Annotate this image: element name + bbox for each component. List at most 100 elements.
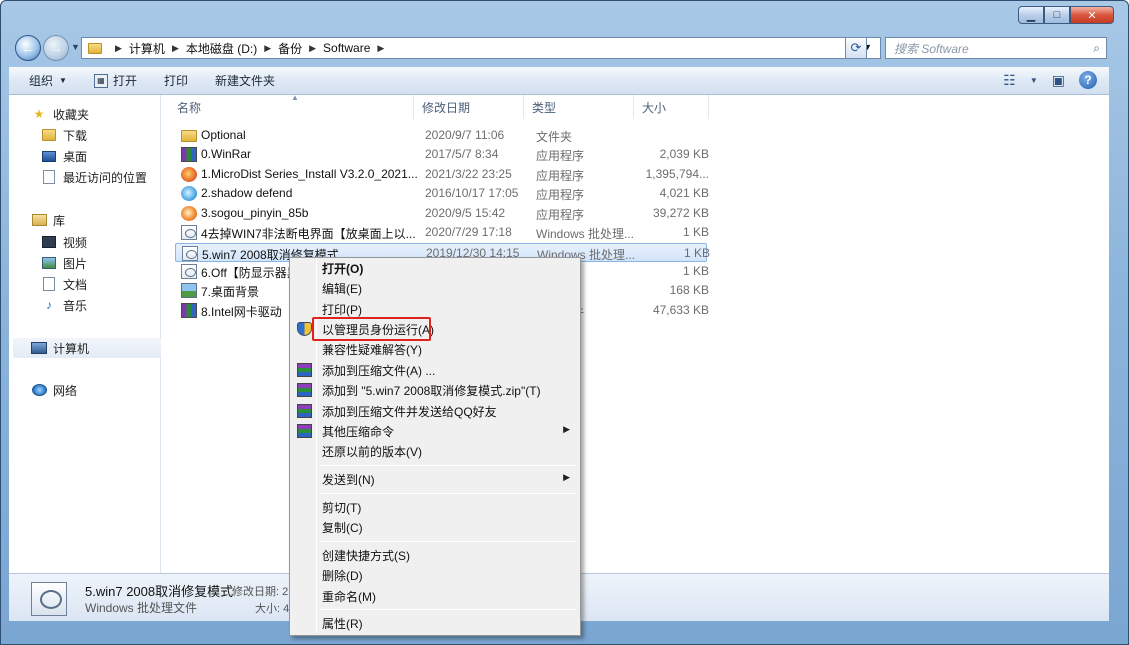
sidebar-item-desktop[interactable]: 桌面	[41, 146, 87, 166]
sidebar-item-recent[interactable]: 最近访问的位置	[41, 167, 147, 187]
sidebar-item-videos[interactable]: 视频	[41, 232, 87, 252]
forward-button[interactable]: →	[43, 35, 69, 61]
view-options-icon[interactable]: ☷	[1003, 72, 1016, 89]
file-name: Optional	[201, 128, 246, 142]
sidebar-item-music[interactable]: ♪ 音乐	[41, 295, 87, 315]
breadcrumb-backup[interactable]: 备份	[278, 40, 302, 57]
sidebar-item-favorites[interactable]: ★ 收藏夹	[31, 104, 89, 124]
open-button[interactable]: ▦ 打开	[93, 72, 137, 89]
back-button[interactable]: ←	[15, 35, 41, 61]
menu-item-send-to[interactable]: 发送到(N) ▶	[292, 469, 578, 489]
file-row[interactable]: 1.MicroDist Series_Install V3.2.0_2021..…	[175, 165, 709, 184]
menu-item-compatibility[interactable]: 兼容性疑难解答(Y)	[292, 339, 578, 359]
menu-item-label: 添加到压缩文件并发送给QQ好友	[322, 404, 497, 419]
menu-item-create-shortcut[interactable]: 创建快捷方式(S)	[292, 545, 578, 565]
menu-item-add-to-zip[interactable]: 添加到 "5.win7 2008取消修复模式.zip"(T)	[292, 380, 578, 400]
winrar-icon	[297, 404, 312, 418]
details-file-name: 5.win7 2008取消修复模式	[85, 584, 234, 599]
breadcrumb-separator-icon[interactable]: ▶	[377, 43, 384, 54]
sidebar-item-pictures[interactable]: 图片	[41, 253, 87, 273]
column-header-date[interactable]: 修改日期	[414, 95, 524, 119]
organize-button[interactable]: 组织 ▼	[29, 72, 67, 89]
search-input[interactable]: 搜索 Software ⌕	[885, 37, 1107, 59]
archive-icon	[181, 303, 197, 318]
address-bar[interactable]: ▶ 计算机 ▶ 本地磁盘 (D:) ▶ 备份 ▶ Software ▶ ▼	[81, 37, 881, 59]
menu-item-other-compress[interactable]: 其他压缩命令 ▶	[292, 421, 578, 441]
menu-item-rename[interactable]: 重命名(M)	[292, 586, 578, 606]
window-controls: ▁ □ ✕	[1018, 6, 1114, 24]
menu-item-label: 发送到(N)	[322, 472, 375, 487]
menu-item-properties[interactable]: 属性(R)	[292, 613, 578, 633]
recent-pages-dropdown-icon[interactable]: ▼	[71, 42, 80, 52]
sidebar-item-network[interactable]: 网络	[31, 380, 77, 400]
file-row[interactable]: 0.WinRar 2017/5/7 8:34 应用程序 2,039 KB	[175, 145, 709, 164]
breadcrumb-separator-icon[interactable]: ▶	[309, 43, 316, 54]
file-name: 0.WinRar	[201, 147, 252, 161]
print-button[interactable]: 打印	[164, 72, 188, 89]
menu-item-delete[interactable]: 删除(D)	[292, 565, 578, 585]
menu-item-print[interactable]: 打印(P)	[292, 299, 578, 319]
breadcrumb-software[interactable]: Software	[323, 41, 370, 55]
sidebar-item-label: 图片	[63, 256, 88, 271]
menu-item-add-to-archive[interactable]: 添加到压缩文件(A) ...	[292, 360, 578, 380]
menu-item-label: 添加到压缩文件(A) ...	[322, 363, 436, 378]
sidebar-item-label: 最近访问的位置	[63, 170, 148, 185]
maximize-button[interactable]: □	[1044, 6, 1070, 24]
file-row[interactable]: 2.shadow defend 2016/10/17 17:05 应用程序 4,…	[175, 184, 709, 203]
navigation-pane: ★ 收藏夹 下载 桌面 最近访问的位置 库 视频 图片 文档 ♪ 音乐 计算机 …	[9, 95, 161, 573]
sidebar-item-label: 文档	[63, 277, 88, 292]
shield-app-icon	[181, 186, 197, 201]
breadcrumb-computer[interactable]: 计算机	[129, 40, 165, 57]
column-header-size[interactable]: 大小	[634, 95, 709, 119]
sidebar-item-label: 库	[53, 213, 66, 228]
menu-item-open[interactable]: 打开(O)	[292, 258, 578, 278]
refresh-button[interactable]: ⟳	[845, 37, 867, 59]
open-icon: ▦	[93, 73, 108, 88]
menu-item-copy[interactable]: 复制(C)	[292, 517, 578, 537]
file-name: 2.shadow defend	[201, 186, 293, 200]
menu-item-add-send-qq[interactable]: 添加到压缩文件并发送给QQ好友	[292, 401, 578, 421]
batch-file-large-icon	[31, 582, 67, 616]
star-icon: ★	[33, 107, 45, 121]
breadcrumb-separator-icon[interactable]: ▶	[172, 43, 179, 54]
chevron-down-icon[interactable]: ▼	[1030, 76, 1038, 85]
close-button[interactable]: ✕	[1070, 6, 1114, 24]
file-size: 2,039 KB	[659, 147, 709, 161]
minimize-button[interactable]: ▁	[1018, 6, 1044, 24]
file-row[interactable]: 4去掉WIN7非法断电界面【放桌面上以... 2020/7/29 17:18 W…	[175, 223, 709, 242]
details-modified-label: 修改日期: 2	[232, 586, 289, 598]
menu-item-label: 还原以前的版本(V)	[322, 444, 422, 459]
breadcrumb-drive-d[interactable]: 本地磁盘 (D:)	[186, 40, 257, 57]
menu-item-label: 打开(O)	[322, 261, 364, 276]
column-header-name[interactable]: 名称 ▲	[169, 93, 414, 119]
breadcrumb-separator-icon[interactable]: ▶	[264, 43, 271, 54]
sidebar-item-downloads[interactable]: 下载	[41, 125, 87, 145]
menu-separator	[320, 541, 576, 542]
menu-item-label: 兼容性疑难解答(Y)	[322, 342, 422, 357]
file-row[interactable]: Optional 2020/9/7 11:06 文件夹	[175, 126, 707, 145]
breadcrumb-separator-icon[interactable]: ▶	[115, 43, 122, 54]
sidebar-item-documents[interactable]: 文档	[41, 274, 87, 294]
folder-icon	[181, 130, 197, 142]
menu-item-cut[interactable]: 剪切(T)	[292, 497, 578, 517]
recent-places-icon	[41, 170, 57, 184]
submenu-arrow-icon: ▶	[563, 472, 570, 482]
sidebar-item-computer[interactable]: 计算机	[13, 338, 161, 358]
details-file-type: Windows 批处理文件	[85, 601, 198, 615]
column-header-type[interactable]: 类型	[524, 95, 634, 119]
sidebar-item-libraries[interactable]: 库	[31, 210, 65, 230]
help-icon[interactable]: ?	[1079, 71, 1097, 89]
file-size: 168 KB	[669, 283, 709, 297]
file-name: 4去掉WIN7非法断电界面【放桌面上以...	[201, 227, 416, 241]
menu-item-label: 打印(P)	[322, 302, 362, 317]
menu-item-edit[interactable]: 编辑(E)	[292, 278, 578, 298]
file-row[interactable]: 3.sogou_pinyin_85b 2020/9/5 15:42 应用程序 3…	[175, 204, 709, 223]
menu-item-label: 其他压缩命令	[322, 424, 395, 439]
sidebar-item-label: 网络	[53, 383, 78, 398]
new-folder-button[interactable]: 新建文件夹	[215, 72, 275, 89]
search-icon[interactable]: ⌕	[1093, 41, 1100, 56]
menu-item-restore-versions[interactable]: 还原以前的版本(V)	[292, 441, 578, 461]
uac-shield-icon	[297, 322, 312, 336]
menu-item-label: 删除(D)	[322, 568, 363, 583]
preview-pane-icon[interactable]: ▣	[1052, 72, 1065, 89]
